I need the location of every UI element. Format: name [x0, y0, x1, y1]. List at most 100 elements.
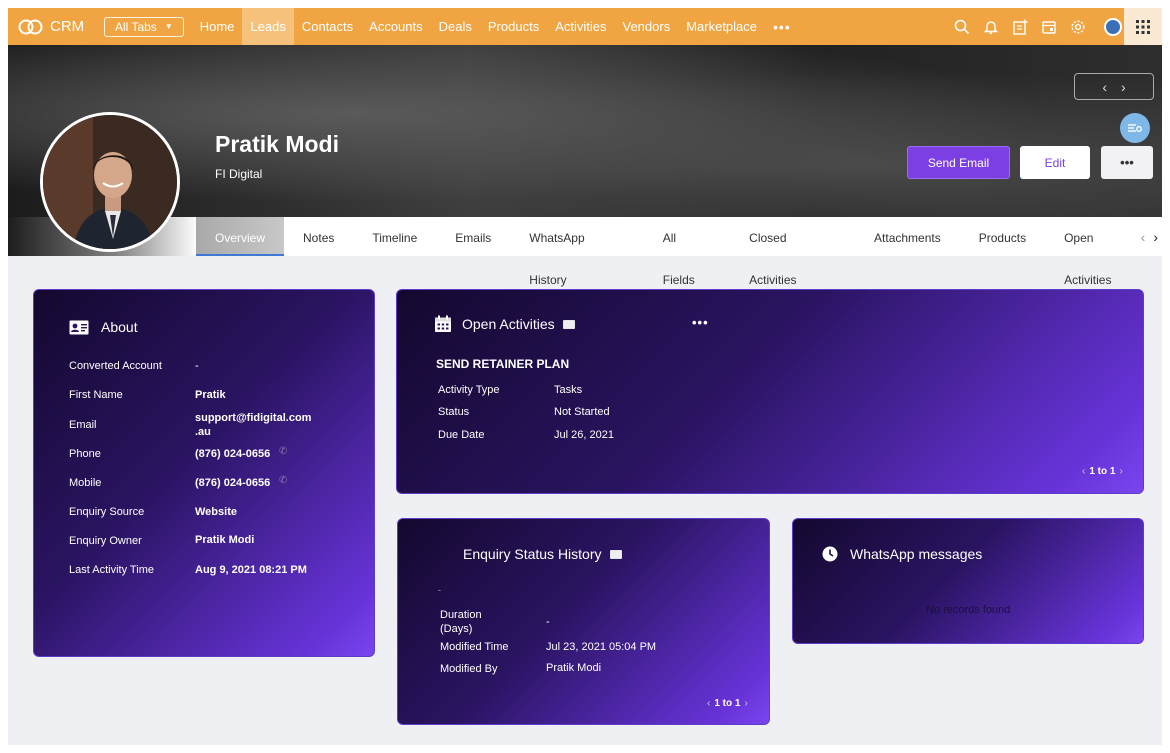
activity-type-label: Activity Type: [438, 384, 500, 396]
activity-type-value: Tasks: [554, 384, 583, 396]
modified-time-label: Modified Time: [440, 641, 509, 653]
pager-prev-icon[interactable]: ‹: [1082, 466, 1085, 477]
all-tabs-label: All Tabs: [115, 19, 157, 34]
calendar-icon[interactable]: [1040, 18, 1058, 36]
enquiry-source-value: Website: [195, 506, 237, 518]
nav-link-leads[interactable]: Leads: [242, 8, 294, 45]
last-activity-time-value: Aug 9, 2021 08:21 PM: [195, 564, 307, 576]
record-tabs: Overview Notes Timeline Emails WhatsApp …: [8, 217, 1162, 287]
tab-emails[interactable]: Emails: [436, 217, 510, 256]
quick-action-icon[interactable]: [1120, 113, 1150, 143]
open-activities-pager: ‹ 1 to 1 ›: [1082, 466, 1123, 477]
duration-value: -: [546, 616, 550, 628]
activity-title[interactable]: SEND RETAINER PLAN: [436, 357, 569, 371]
open-activities-card: Open Activities ••• SEND RETAINER PLAN A…: [396, 289, 1144, 494]
calendar-icon: [435, 315, 451, 332]
tab-timeline[interactable]: Timeline: [353, 217, 436, 256]
enquiry-status-history-card: Enquiry Status History - Duration (Days)…: [397, 518, 770, 725]
enquiry-history-dash: -: [438, 585, 441, 595]
modified-by-label: Modified By: [440, 663, 498, 675]
bell-icon[interactable]: [982, 18, 1000, 36]
more-actions-button[interactable]: •••: [1101, 146, 1153, 179]
email-value[interactable]: support@fidigital.com .au: [195, 411, 311, 439]
pager-next-icon[interactable]: ›: [744, 698, 747, 709]
apps-grid-icon[interactable]: [1124, 8, 1162, 45]
enquiry-history-title: Enquiry Status History: [463, 546, 602, 562]
add-note-icon[interactable]: [1011, 18, 1029, 36]
tab-products[interactable]: Products: [960, 217, 1045, 256]
edit-button[interactable]: Edit: [1020, 146, 1090, 179]
tab-scroll-arrows: ‹ ›: [1141, 217, 1162, 256]
pager-prev-icon[interactable]: ‹: [707, 698, 710, 709]
tab-scroll-left-icon[interactable]: ‹: [1141, 229, 1146, 245]
message-icon[interactable]: [562, 319, 575, 329]
status-value: Not Started: [554, 406, 610, 418]
modified-time-value: Jul 23, 2021 05:04 PM: [546, 641, 657, 653]
tab-all-fields[interactable]: All Fields: [644, 217, 730, 287]
chevron-down-icon: ▼: [164, 22, 173, 31]
nav-link-home[interactable]: Home: [192, 8, 243, 45]
profile-banner: ‹ › Pratik Modi FI Digital Send Email Ed…: [8, 45, 1162, 217]
nav-link-activities[interactable]: Activities: [547, 8, 614, 45]
about-card: About Converted Account - First Name Pra…: [33, 289, 375, 657]
nav-link-products[interactable]: Products: [480, 8, 547, 45]
phone-label: Phone: [69, 448, 101, 460]
nav-link-marketplace[interactable]: Marketplace: [678, 8, 765, 45]
message-icon[interactable]: [609, 549, 622, 559]
clock-icon: [822, 546, 838, 562]
crm-window: CRM All Tabs ▼ Home Leads Contacts Accou…: [8, 8, 1162, 745]
tab-closed-activities[interactable]: Closed Activities: [730, 217, 855, 287]
enquiry-history-pager: ‹ 1 to 1 ›: [707, 698, 748, 709]
due-date-value: Jul 26, 2021: [554, 429, 614, 441]
open-activities-more-button[interactable]: •••: [692, 315, 709, 330]
phone-call-icon[interactable]: ✆: [279, 446, 287, 457]
record-name: Pratik Modi: [215, 131, 339, 157]
open-activities-title: Open Activities: [462, 316, 555, 332]
whatsapp-messages-card: WhatsApp messages No records found: [792, 518, 1144, 644]
tab-notes[interactable]: Notes: [284, 217, 353, 256]
nav-link-deals[interactable]: Deals: [431, 8, 480, 45]
top-navigation: CRM All Tabs ▼ Home Leads Contacts Accou…: [8, 8, 1162, 45]
nav-link-contacts[interactable]: Contacts: [294, 8, 361, 45]
enquiry-source-label: Enquiry Source: [69, 506, 145, 518]
tab-overview[interactable]: Overview: [196, 217, 285, 256]
first-name-label: First Name: [69, 389, 123, 401]
next-record-icon[interactable]: ›: [1121, 79, 1126, 95]
mobile-call-icon[interactable]: ✆: [279, 475, 287, 486]
tab-scroll-right-icon[interactable]: ›: [1153, 229, 1158, 245]
module-links: Home Leads Contacts Accounts Deals Produ…: [192, 8, 765, 45]
status-label: Status: [438, 406, 470, 418]
modified-by-value: Pratik Modi: [546, 662, 602, 674]
profile-photo[interactable]: [40, 112, 180, 252]
due-date-label: Due Date: [438, 429, 485, 441]
enquiry-history-header: Enquiry Status History: [463, 546, 622, 562]
send-email-button[interactable]: Send Email: [907, 146, 1010, 179]
settings-icon[interactable]: [1069, 18, 1087, 36]
converted-account-label: Converted Account: [69, 360, 162, 372]
user-avatar-icon[interactable]: [1104, 17, 1122, 36]
search-icon[interactable]: [953, 18, 971, 36]
tab-attachments[interactable]: Attachments: [855, 217, 960, 256]
previous-record-icon[interactable]: ‹: [1102, 79, 1107, 95]
all-tabs-dropdown[interactable]: All Tabs ▼: [104, 16, 184, 37]
nav-link-accounts[interactable]: Accounts: [361, 8, 430, 45]
record-company: FI Digital: [215, 167, 263, 181]
open-activities-header: Open Activities: [434, 315, 575, 333]
about-title: About: [101, 319, 138, 335]
phone-value[interactable]: (876) 024-0656: [195, 448, 270, 460]
converted-account-value: -: [195, 360, 199, 372]
brand-name: CRM: [50, 18, 85, 35]
brand[interactable]: CRM: [18, 18, 98, 36]
contact-card-icon: [69, 320, 89, 334]
duration-label: Duration (Days): [440, 609, 482, 635]
tab-whatsapp-history[interactable]: WhatsApp History: [510, 217, 643, 287]
nav-link-vendors[interactable]: Vendors: [615, 8, 679, 45]
last-activity-time-label: Last Activity Time: [69, 564, 154, 576]
pager-label: 1 to 1: [1089, 466, 1116, 477]
nav-more-button[interactable]: •••: [773, 19, 791, 35]
enquiry-owner-value[interactable]: Pratik Modi: [195, 534, 254, 546]
pager-label: 1 to 1: [714, 698, 741, 709]
mobile-value[interactable]: (876) 024-0656: [195, 477, 270, 489]
no-records-text: No records found: [926, 604, 1011, 616]
pager-next-icon[interactable]: ›: [1119, 466, 1122, 477]
